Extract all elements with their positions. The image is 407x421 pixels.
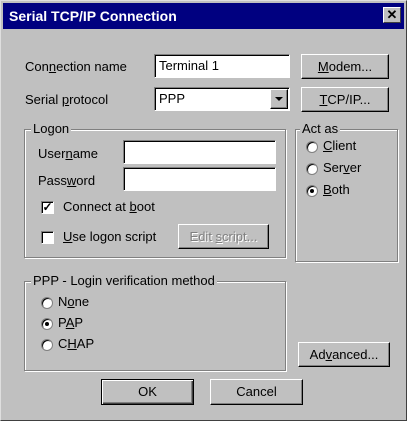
dialog-window: Serial TCP/IP Connection ✕ Connection na… (0, 0, 407, 421)
use-logon-script-label: Use logon script (63, 229, 157, 244)
connect-at-boot-label: Connect at boot (63, 199, 155, 214)
close-button[interactable]: ✕ (383, 7, 401, 23)
ppp-group-title: PPP - Login verification method (31, 273, 217, 288)
serial-protocol-value: PPP (159, 91, 186, 106)
checkmark-icon: ✓ (42, 200, 53, 214)
use-logon-script-checkbox[interactable] (41, 231, 54, 244)
act-as-both-label: Both (323, 182, 350, 197)
password-input[interactable] (123, 167, 276, 191)
edit-script-button[interactable]: Edit script... (178, 224, 269, 249)
ppp-pap-label: PAP (58, 315, 84, 330)
cancel-button[interactable]: Cancel (210, 379, 303, 405)
connection-name-value: Terminal 1 (159, 58, 219, 73)
radio-selected-dot (310, 189, 314, 193)
ppp-none-radio[interactable] (41, 297, 53, 309)
username-label: Username (38, 146, 98, 161)
ppp-none-label: None (58, 294, 90, 309)
modem-button[interactable]: Modem... (301, 54, 389, 79)
act-as-server-label: Server (323, 160, 362, 175)
ppp-pap-radio[interactable] (41, 318, 53, 330)
window-title: Serial TCP/IP Connection (9, 8, 177, 24)
act-as-both-radio[interactable] (306, 185, 318, 197)
ok-button[interactable]: OK (101, 379, 194, 405)
protocol-dropdown-button[interactable] (270, 89, 288, 109)
title-bar[interactable]: Serial TCP/IP Connection ✕ (3, 3, 404, 29)
close-icon: ✕ (386, 7, 398, 22)
chevron-down-icon (275, 97, 283, 101)
connection-name-input[interactable]: Terminal 1 (154, 54, 290, 78)
ppp-chap-radio[interactable] (41, 339, 53, 351)
connection-name-label: Connection name (25, 59, 127, 74)
tcpip-button[interactable]: TCP/IP... (301, 87, 389, 112)
radio-selected-dot (45, 322, 49, 326)
password-label: Password (38, 173, 96, 188)
logon-group-title: Logon (31, 121, 72, 136)
serial-protocol-label: Serial protocol (25, 92, 109, 107)
serial-protocol-select[interactable]: PPP (154, 87, 290, 111)
act-as-client-radio[interactable] (306, 141, 318, 153)
advanced-button[interactable]: Advanced... (298, 342, 390, 367)
act-as-group-title: Act as (300, 121, 341, 136)
act-as-client-label: Client (323, 138, 357, 153)
ppp-chap-label: CHAP (58, 336, 95, 351)
username-input[interactable] (123, 140, 276, 164)
act-as-server-radio[interactable] (306, 163, 318, 175)
connect-at-boot-checkbox[interactable]: ✓ (41, 201, 54, 214)
